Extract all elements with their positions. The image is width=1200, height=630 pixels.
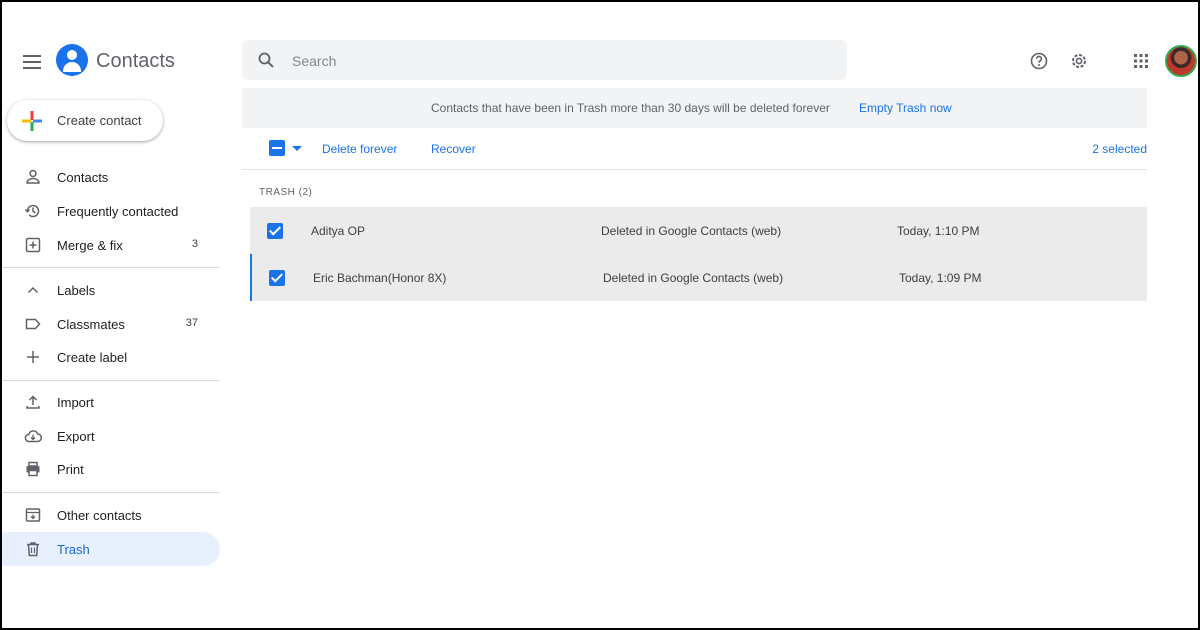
selection-toolbar: Delete forever Recover 2 selected [242,128,1147,170]
colorful-plus-icon [22,111,42,131]
sidebar-item-contacts[interactable]: Contacts [2,160,220,194]
contact-name: Aditya OP [311,224,366,238]
empty-trash-button[interactable]: Empty Trash now [859,101,952,115]
recover-button[interactable]: Recover [431,142,476,156]
deleted-time: Today, 1:10 PM [897,224,980,238]
table-row[interactable]: Aditya OP Deleted in Google Contacts (we… [250,207,1147,254]
sidebar-divider [2,267,220,268]
sidebar-item-label: Create label [57,350,128,365]
avatar[interactable] [1165,45,1197,77]
sidebar-item-export[interactable]: Export [2,419,220,453]
deleted-time: Today, 1:09 PM [899,271,982,285]
sidebar-item-label: Labels [57,283,96,298]
archive-icon [25,508,41,522]
app-window: Contacts Create contact [0,0,1200,630]
row-checkbox[interactable] [267,223,283,239]
sidebar-item-print[interactable]: Print [2,452,220,486]
trash-icon [27,542,39,557]
sidebar-item-merge-fix[interactable]: Merge & fix 3 [2,228,220,262]
select-all-checkbox[interactable] [269,140,285,156]
contact-name: Eric Bachman(Honor 8X) [313,271,447,285]
apps-grid-icon[interactable] [1129,49,1153,73]
merge-icon [25,237,41,253]
selected-count: 2 selected [1092,142,1147,156]
create-contact-button[interactable]: Create contact [7,100,163,141]
trash-info-banner: Contacts that have been in Trash more th… [242,88,1147,128]
sidebar-item-label: Other contacts [57,508,142,523]
sidebar-item-label: Contacts [57,170,109,185]
sidebar-item-labels[interactable]: Labels [2,273,220,307]
sidebar-item-label: Trash [57,542,90,557]
sidebar-item-create-label[interactable]: Create label [2,340,220,374]
settings-icon[interactable] [1067,49,1091,73]
sidebar-divider [2,492,220,493]
menu-icon[interactable] [20,50,44,74]
deleted-source: Deleted in Google Contacts (web) [603,271,784,285]
search-bar[interactable] [242,40,847,80]
upload-icon [26,395,40,409]
sidebar-item-label: Import [57,395,94,410]
app-title: Contacts [96,50,175,72]
history-icon [24,204,40,218]
sidebar-item-label: Export [57,429,95,444]
delete-forever-button[interactable]: Delete forever [322,142,397,156]
deleted-source: Deleted in Google Contacts (web) [601,224,782,238]
search-input[interactable] [292,50,812,72]
section-title: TRASH (2) [259,187,313,198]
sidebar-item-import[interactable]: Import [2,385,220,419]
sidebar-item-other-contacts[interactable]: Other contacts [2,498,220,532]
sidebar-item-label: Merge & fix [57,238,123,253]
sidebar-item-label: Frequently contacted [57,204,179,219]
contacts-logo-icon [56,44,88,76]
merge-count-badge: 3 [191,238,198,250]
table-row[interactable]: Eric Bachman(Honor 8X) Deleted in Google… [250,254,1147,301]
printer-icon [26,461,40,477]
sidebar-divider [2,380,220,381]
help-icon[interactable] [1027,49,1051,73]
cloud-download-icon [24,430,42,443]
create-contact-label: Create contact [57,113,142,128]
person-icon [26,169,40,184]
search-icon[interactable] [258,52,274,68]
chevron-up-icon [27,286,39,294]
row-checkbox[interactable] [269,270,285,286]
banner-message: Contacts that have been in Trash more th… [431,101,830,115]
plus-icon [27,351,39,363]
label-icon [25,318,41,330]
sidebar-item-classmates[interactable]: Classmates 37 [2,307,220,341]
classmates-count-badge: 37 [185,317,198,329]
sidebar-item-label: Classmates [57,317,125,332]
sidebar-item-label: Print [57,462,84,477]
sidebar-item-trash[interactable]: Trash [2,532,220,566]
chevron-down-icon[interactable] [292,146,302,151]
sidebar-item-frequently-contacted[interactable]: Frequently contacted [2,194,220,228]
